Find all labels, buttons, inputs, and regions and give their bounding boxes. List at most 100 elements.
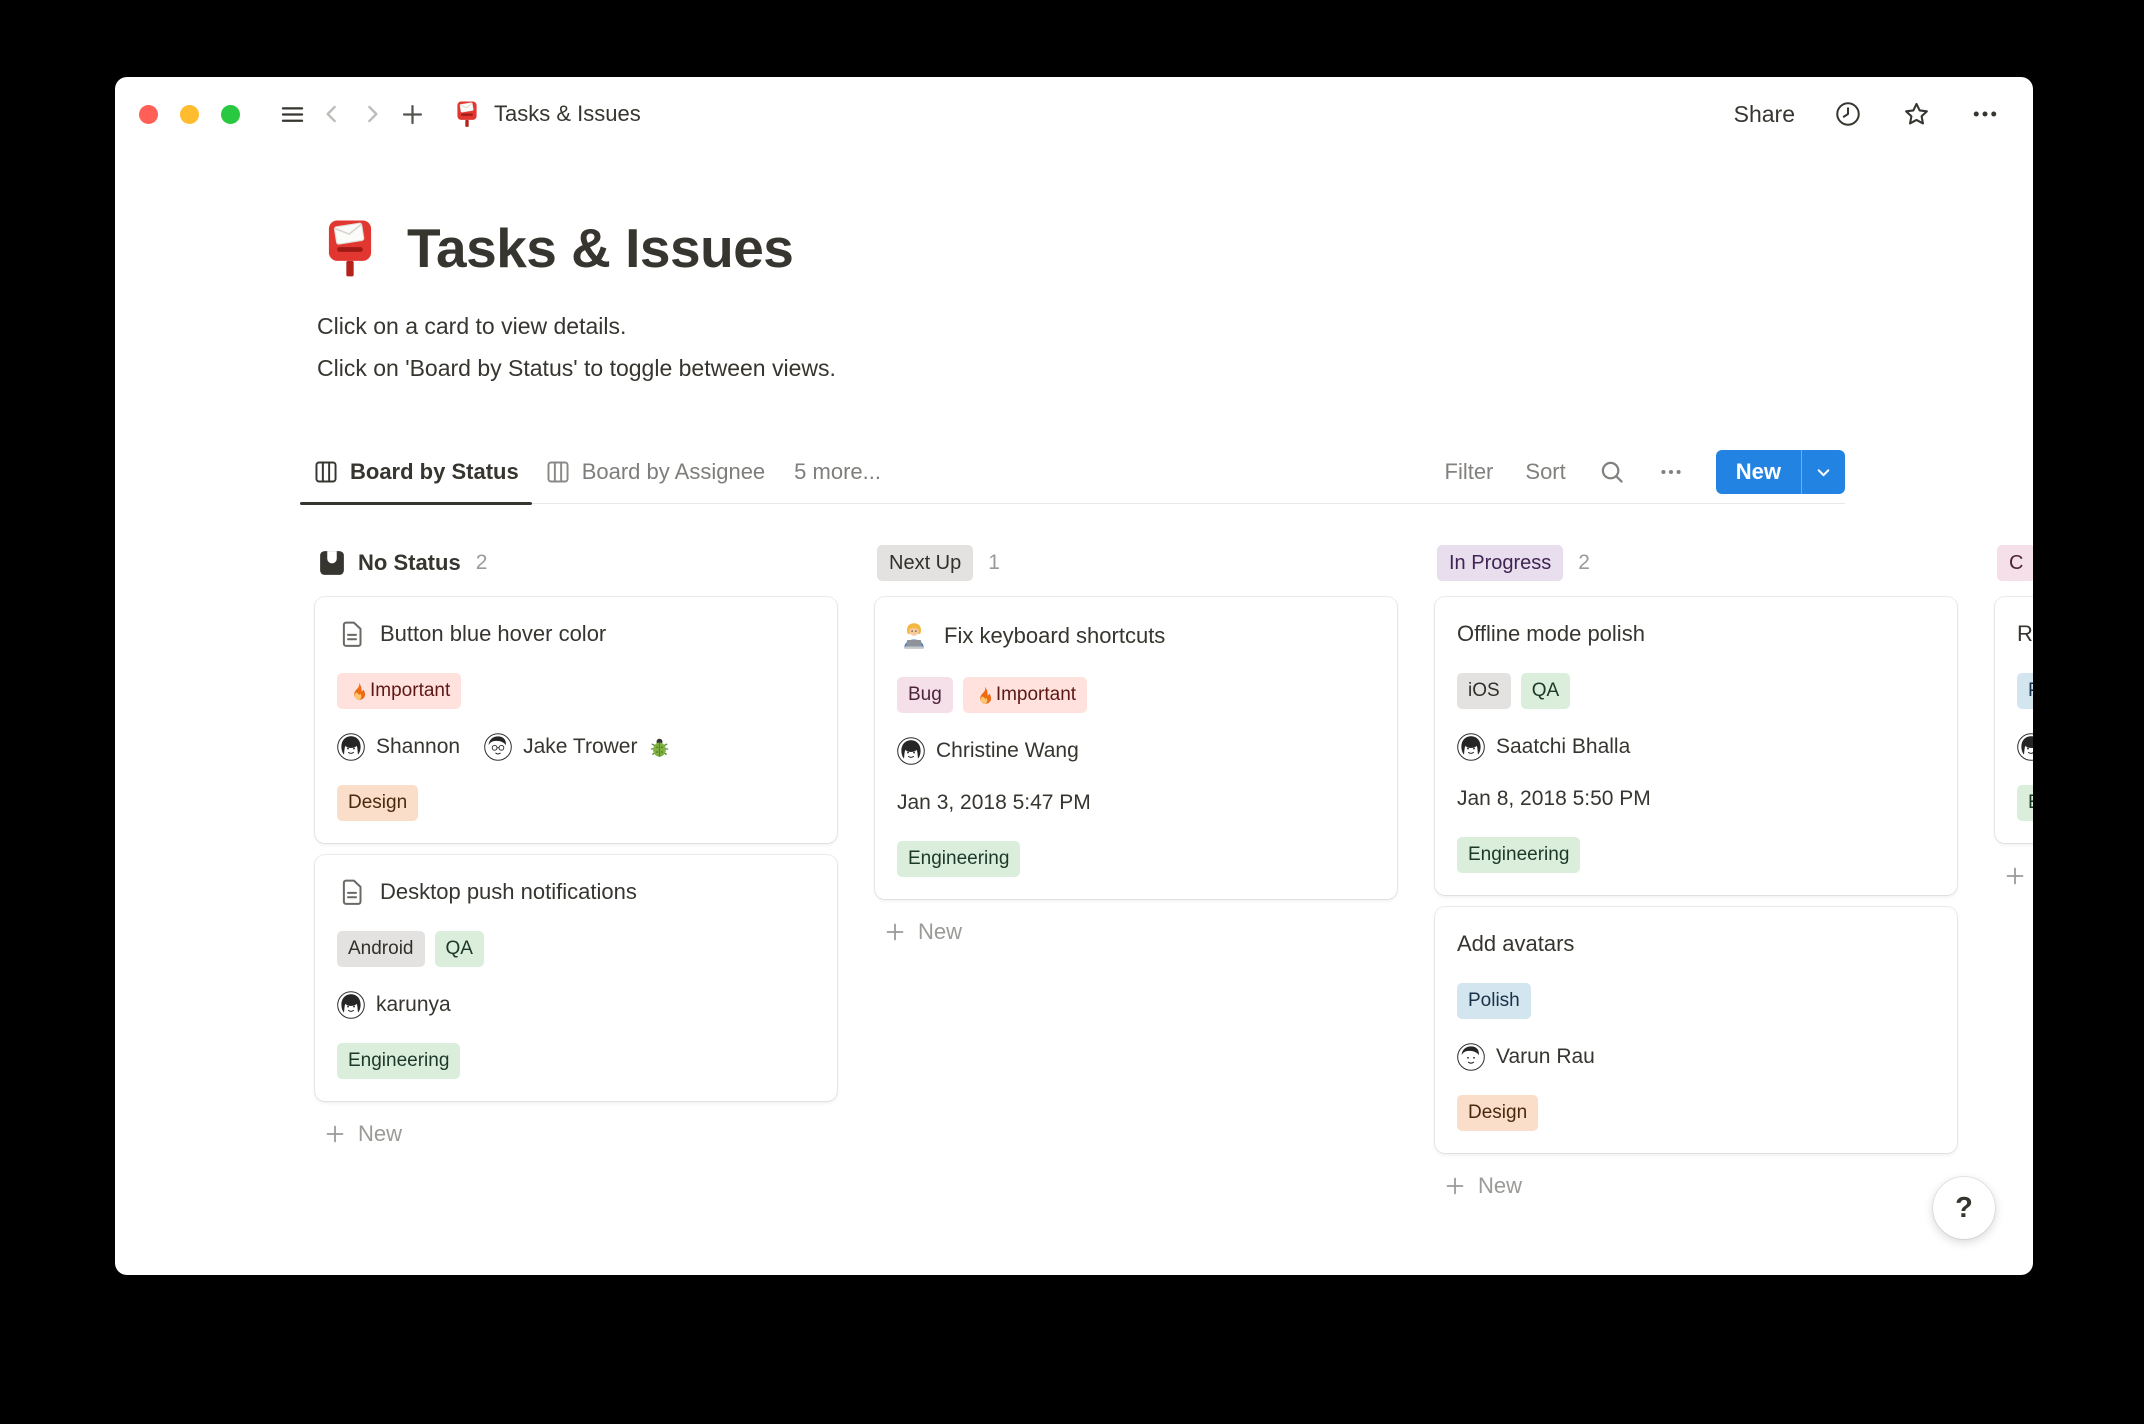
minimize-button[interactable] bbox=[180, 104, 199, 124]
column-partial: C Re P E bbox=[1995, 543, 2033, 889]
new-tab-button[interactable] bbox=[392, 94, 432, 134]
column-header[interactable]: In Progress 2 bbox=[1437, 543, 1957, 583]
person-christine-wang: Christine Wang bbox=[897, 737, 1079, 765]
new-dropdown-button[interactable] bbox=[1802, 450, 1845, 494]
hamburger-icon bbox=[281, 106, 303, 122]
woman-technologist-icon bbox=[904, 623, 924, 649]
zoom-button[interactable] bbox=[221, 104, 240, 124]
card-offline-mode-polish[interactable]: Offline mode polish iOS QA Saatchi Bhall… bbox=[1435, 597, 1957, 895]
sidebar-toggle-button[interactable] bbox=[272, 94, 312, 134]
help-button[interactable]: ? bbox=[1933, 1177, 1995, 1239]
close-button[interactable] bbox=[139, 104, 158, 124]
plus-icon bbox=[326, 1125, 344, 1143]
page-header: Tasks & Issues Click on a card to view d… bbox=[317, 215, 1845, 389]
tag-important: Important bbox=[962, 677, 1088, 713]
desktop-background: Tasks & Issues Share Tasks & Issues Clic… bbox=[0, 0, 2144, 1424]
breadcrumb[interactable]: Tasks & Issues bbox=[452, 99, 641, 129]
flame-icon bbox=[354, 682, 366, 700]
add-card-button[interactable]: New bbox=[883, 919, 1397, 945]
person-karunya: karunya bbox=[337, 991, 451, 1019]
favorite-button[interactable] bbox=[1901, 99, 1932, 130]
board-view-icon bbox=[547, 461, 569, 483]
page-description: Click on a card to view details. Click o… bbox=[317, 305, 1845, 389]
view-tab-bar: Board by Status Board by Assignee 5 more… bbox=[300, 441, 1845, 505]
back-button[interactable] bbox=[312, 94, 352, 134]
chevron-down-icon bbox=[1817, 468, 1830, 476]
add-card-button[interactable]: New bbox=[323, 1121, 837, 1147]
clock-icon bbox=[1836, 102, 1860, 126]
view-more-button[interactable] bbox=[1658, 459, 1684, 485]
card-date: Jan 8, 2018 5:50 PM bbox=[1457, 787, 1651, 810]
person-shannon: Shannon bbox=[337, 733, 460, 761]
page-doc-icon bbox=[342, 621, 362, 647]
back-icon bbox=[326, 105, 336, 123]
column-count: 2 bbox=[1578, 551, 1590, 574]
tag-qa: QA bbox=[1520, 673, 1571, 709]
updates-button[interactable] bbox=[1833, 99, 1863, 129]
column-name-pill: In Progress bbox=[1437, 545, 1564, 581]
add-card-button[interactable]: New bbox=[1443, 1173, 1957, 1199]
card-add-avatars[interactable]: Add avatars Polish Varun Rau Design bbox=[1435, 907, 1957, 1153]
person-jake-trower: Jake Trower bbox=[484, 733, 671, 761]
tag-design: Design bbox=[1457, 1095, 1539, 1131]
more-views-button[interactable]: 5 more... bbox=[778, 459, 897, 485]
plus-icon bbox=[2006, 867, 2024, 885]
card-fix-keyboard-shortcuts[interactable]: Fix keyboard shortcuts Bug Important Chr… bbox=[875, 597, 1397, 899]
card-date: Jan 3, 2018 5:47 PM bbox=[897, 791, 1091, 814]
tab-board-by-status[interactable]: Board by Status bbox=[300, 441, 532, 505]
card-title-text: Desktop push notifications bbox=[380, 879, 637, 904]
new-button-group: New bbox=[1715, 450, 1845, 494]
tab-board-by-assignee[interactable]: Board by Assignee bbox=[532, 441, 778, 503]
tag-polish: Polish bbox=[1457, 983, 1531, 1019]
description-line: Click on 'Board by Status' to toggle bet… bbox=[317, 355, 836, 381]
app-window: Tasks & Issues Share Tasks & Issues Clic… bbox=[115, 77, 2033, 1275]
card-title-text: Re bbox=[2017, 621, 2033, 646]
tag-design: Design bbox=[337, 785, 419, 821]
card-desktop-push-notifications[interactable]: Desktop push notifications Android QA ka… bbox=[315, 855, 837, 1101]
column-header[interactable]: Next Up 1 bbox=[877, 543, 1397, 583]
tag-android: Android bbox=[337, 931, 425, 967]
tag-bug: Bug bbox=[897, 677, 953, 713]
search-icon bbox=[1601, 461, 1623, 483]
forward-button[interactable] bbox=[352, 94, 392, 134]
new-button[interactable]: New bbox=[1716, 450, 1801, 494]
tab-label: Board by Status bbox=[350, 459, 519, 484]
person-saatchi-bhalla: Saatchi Bhalla bbox=[1457, 733, 1630, 761]
tag-partial: P bbox=[2017, 673, 2033, 709]
column-header[interactable]: No Status 2 bbox=[317, 543, 837, 583]
card-button-blue-hover-color[interactable]: Button blue hover color Important Shanno… bbox=[315, 597, 837, 843]
breadcrumb-title: Tasks & Issues bbox=[494, 101, 641, 126]
card-title-text: Offline mode polish bbox=[1457, 621, 1645, 646]
traffic-lights bbox=[139, 104, 240, 124]
tab-label: Board by Assignee bbox=[581, 459, 766, 484]
star-icon bbox=[1905, 102, 1928, 124]
plus-icon bbox=[1446, 1177, 1464, 1195]
add-card-button[interactable]: New bbox=[2003, 863, 2033, 889]
card-title-text: Add avatars bbox=[1457, 931, 1575, 956]
forward-icon bbox=[368, 105, 378, 123]
more-icon bbox=[1973, 111, 1997, 117]
column-no-status: No Status 2 Button blue hover color Impo… bbox=[315, 543, 837, 1147]
plus-icon bbox=[886, 923, 904, 941]
ellipsis-icon bbox=[1661, 469, 1681, 475]
tag-important: Important bbox=[337, 673, 462, 709]
no-status-icon bbox=[320, 551, 344, 575]
search-button[interactable] bbox=[1598, 458, 1626, 486]
column-name-pill: C bbox=[1997, 545, 2033, 581]
avatar bbox=[1457, 1043, 1485, 1071]
column-name: No Status bbox=[358, 550, 461, 575]
card-partial[interactable]: Re P E bbox=[1995, 597, 2033, 843]
share-button[interactable]: Share bbox=[1734, 101, 1795, 128]
avatar bbox=[337, 733, 365, 761]
page-icon-postbox[interactable] bbox=[317, 215, 383, 281]
column-header[interactable]: C bbox=[1997, 543, 2033, 583]
description-line: Click on a card to view details. bbox=[317, 313, 627, 339]
sort-button[interactable]: Sort bbox=[1525, 459, 1565, 485]
avatar bbox=[897, 737, 925, 765]
column-count: 2 bbox=[475, 551, 488, 574]
tag-engineering: Engineering bbox=[897, 841, 1021, 877]
filter-button[interactable]: Filter bbox=[1445, 459, 1494, 485]
page-more-button[interactable] bbox=[1970, 99, 2000, 129]
page-title: Tasks & Issues bbox=[407, 217, 794, 279]
flame-icon bbox=[980, 686, 991, 704]
